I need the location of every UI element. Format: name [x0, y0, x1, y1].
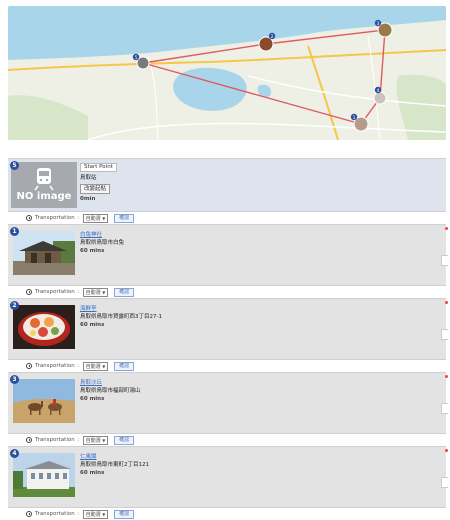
spot-thumbnail	[13, 305, 75, 349]
clock-icon	[26, 437, 32, 443]
spot-duration: 60 mins	[80, 248, 105, 254]
spot-address: 鳥取県鳥取市白兔	[80, 240, 125, 246]
spot-number-badge: 4	[10, 449, 19, 458]
transport-select[interactable]: 自動選 ▼	[82, 287, 109, 297]
remove-dot-icon[interactable]	[445, 375, 448, 378]
spot-number-badge: 2	[10, 301, 19, 310]
transport-row: Transportation: 自動選 ▼ 確認	[8, 434, 446, 446]
remove-dot-icon[interactable]	[445, 227, 448, 230]
spot-name-link[interactable]: 仁風閣	[80, 453, 149, 461]
spot-thumbnail	[13, 453, 75, 497]
no-image-text: NO image	[16, 191, 72, 202]
spot-name-link[interactable]: 海鮮亭	[80, 305, 162, 313]
map-canvas[interactable]: 5 2 3 4 1	[8, 6, 446, 140]
chevron-down-icon: ▼	[102, 437, 106, 443]
remove-dot-icon[interactable]	[445, 301, 448, 304]
reorder-handle[interactable]	[441, 255, 448, 266]
start-duration: 0min	[80, 196, 96, 202]
transport-select[interactable]: 自動選 ▼	[82, 213, 109, 223]
spot-address: 鳥取県鳥取市賀露町西3丁目27-1	[80, 314, 162, 320]
start-point-label: Start Point	[80, 163, 117, 172]
transport-select[interactable]: 自動選 ▼	[82, 435, 109, 445]
transport-row: Transportation: 自動選 ▼ 確認	[8, 508, 446, 520]
spot-card-4: 4 仁風閣 鳥取県鳥取市東町2丁目121 60 mins	[8, 446, 448, 508]
spot-card-2: 2 海鮮亭 鳥取県鳥取市賀露町西3丁目27-1 60 mins	[8, 298, 448, 360]
clock-icon	[26, 289, 32, 295]
transport-row: Transportation: 自動選 ▼ 確認	[8, 360, 446, 372]
transport-row: Transportation: 自動選 ▼ 確認	[8, 286, 446, 298]
shrine-photo	[13, 231, 75, 275]
svg-text:3: 3	[377, 21, 380, 27]
clock-icon	[26, 215, 32, 221]
transport-select[interactable]: 自動選 ▼	[82, 509, 109, 519]
transport-row: Transportation: 自動選 ▼ 確認	[8, 212, 446, 224]
remove-dot-icon[interactable]	[445, 449, 448, 452]
transport-set-button[interactable]: 確認	[114, 361, 135, 371]
spot-duration: 60 mins	[80, 396, 105, 402]
reorder-handle[interactable]	[441, 329, 448, 340]
start-station-name: 鳥取站	[80, 175, 97, 181]
spot-card-3: 3 鳥取沙丘 鳥取県鳥取市福部町湯山 60 mins	[8, 372, 448, 434]
reorder-handle[interactable]	[441, 403, 448, 414]
sand-dune-camel-photo	[13, 379, 75, 423]
western-mansion-photo	[13, 453, 75, 497]
spot-number-badge: 3	[10, 375, 19, 384]
start-point-card: 5 NO image Start Point 鳥取站 改變起點 0min	[8, 158, 446, 212]
transport-set-button[interactable]: 確認	[114, 509, 135, 519]
chevron-down-icon: ▼	[102, 363, 106, 369]
svg-text:5: 5	[135, 55, 138, 61]
spot-name-link[interactable]: 白兔神社	[80, 231, 124, 239]
route-map[interactable]: 5 2 3 4 1	[8, 6, 446, 140]
spot-number-badge: 1	[10, 227, 19, 236]
transport-label: Transportation	[35, 215, 75, 221]
svg-text:1: 1	[353, 115, 356, 121]
svg-text:4: 4	[377, 88, 380, 94]
reorder-handle[interactable]	[441, 477, 448, 488]
transport-set-button[interactable]: 確認	[114, 287, 135, 297]
transport-select[interactable]: 自動選 ▼	[82, 361, 109, 371]
transport-label: Transportation	[35, 437, 75, 443]
svg-text:2: 2	[271, 34, 274, 40]
start-number-badge: 5	[10, 161, 19, 170]
clock-icon	[26, 363, 32, 369]
spot-thumbnail	[13, 379, 75, 423]
change-start-button[interactable]: 改變起點	[80, 184, 111, 194]
spot-name-link[interactable]: 鳥取沙丘	[80, 379, 141, 387]
transport-set-button[interactable]: 確認	[114, 435, 135, 445]
spot-card-1: 1 白兔神社 鳥取県鳥取市白兔 60 mins	[8, 224, 448, 286]
spot-duration: 60 mins	[80, 470, 105, 476]
chevron-down-icon: ▼	[102, 215, 106, 221]
itinerary-list: 5 NO image Start Point 鳥取站 改變起點 0min Tra…	[8, 158, 448, 520]
chevron-down-icon: ▼	[102, 289, 106, 295]
spot-duration: 60 mins	[80, 322, 105, 328]
spot-address: 鳥取県鳥取市東町2丁目121	[80, 462, 149, 468]
spot-address: 鳥取県鳥取市福部町湯山	[80, 388, 141, 394]
transport-label: Transportation	[35, 363, 75, 369]
no-image-placeholder: NO image	[11, 162, 77, 208]
transport-label: Transportation	[35, 289, 75, 295]
spot-thumbnail	[13, 231, 75, 275]
seafood-bowl-photo	[13, 305, 75, 349]
chevron-down-icon: ▼	[102, 511, 106, 517]
transport-set-button[interactable]: 確認	[114, 213, 135, 223]
